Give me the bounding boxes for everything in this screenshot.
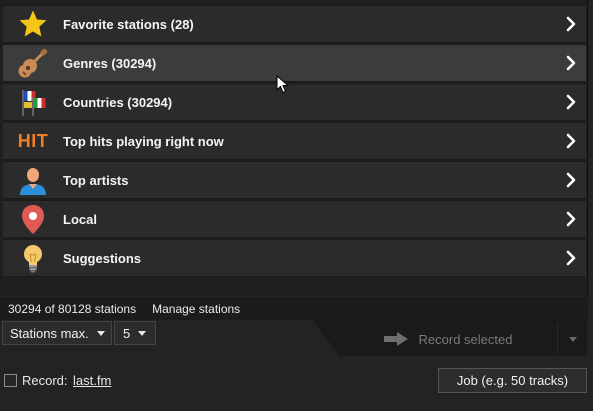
chevron-right-icon	[556, 122, 586, 160]
chevron-right-icon	[556, 83, 586, 121]
mouse-cursor-icon	[276, 75, 290, 94]
hit-icon-text: HIT	[17, 130, 49, 151]
star-icon	[3, 5, 63, 43]
manage-stations-link[interactable]: Manage stations	[152, 302, 240, 316]
menu-item-label: Local	[63, 211, 97, 227]
chevron-down-icon	[96, 330, 105, 336]
menu-item-label: Top artists	[63, 172, 129, 188]
chevron-right-icon	[556, 161, 586, 199]
menu-item-genres[interactable]: Genres (30294)	[3, 44, 586, 82]
record-label: Record:	[22, 373, 68, 388]
map-pin-icon	[3, 200, 63, 238]
menu-item-local[interactable]: Local	[3, 200, 586, 238]
record-target-link[interactable]: last.fm	[73, 373, 111, 388]
record-checkbox[interactable]	[4, 374, 17, 387]
guitar-icon	[3, 44, 63, 82]
menu-item-label: Genres (30294)	[63, 55, 157, 71]
record-options-dropdown[interactable]	[557, 324, 587, 354]
person-icon	[3, 161, 63, 199]
stations-count-dropdown[interactable]: 5	[114, 321, 156, 345]
menu-item-favorite-stations[interactable]: Favorite stations (28)	[3, 5, 586, 43]
hit-icon: HIT	[3, 122, 63, 160]
chevron-right-icon	[556, 239, 586, 277]
chevron-down-icon	[568, 336, 577, 342]
stations-count-value: 5	[123, 325, 131, 341]
station-count: 30294 of 80128 stations	[8, 301, 137, 316]
menu-item-label: Suggestions	[63, 250, 142, 266]
stations-max-dropdown[interactable]: Stations max.	[2, 321, 112, 345]
job-button-label: Job (e.g. 50 tracks)	[456, 373, 569, 388]
arrow-right-icon	[383, 332, 408, 346]
control-bar: Stations max. 5 Record selected	[0, 320, 593, 356]
chevron-right-icon	[556, 200, 586, 238]
menu-item-top-artists[interactable]: Top artists	[3, 161, 586, 199]
stations-max-label: Stations max.	[10, 325, 89, 341]
menu-item-label: Top hits playing right now	[63, 133, 224, 149]
menu-item-label: Countries (30294)	[63, 94, 173, 110]
chevron-right-icon	[556, 5, 586, 43]
menu-item-countries[interactable]: Countries (30294)	[3, 83, 586, 121]
chevron-down-icon	[138, 330, 147, 336]
job-button[interactable]: Job (e.g. 50 tracks)	[438, 368, 587, 393]
menu-item-suggestions[interactable]: Suggestions	[3, 239, 586, 277]
lightbulb-icon	[3, 239, 63, 277]
record-selected-label: Record selected	[418, 331, 513, 347]
station-category-menu: Favorite stations (28) Genres (30294) Co…	[0, 0, 588, 296]
menu-item-top-hits[interactable]: HIT Top hits playing right now	[3, 122, 586, 160]
status-bar: 30294 of 80128 stations Manage stations	[0, 297, 588, 320]
menu-item-label: Favorite stations (28)	[63, 16, 194, 32]
chevron-right-icon	[556, 44, 586, 82]
record-selected-button[interactable]: Record selected	[338, 324, 557, 354]
flags-icon	[3, 83, 63, 121]
